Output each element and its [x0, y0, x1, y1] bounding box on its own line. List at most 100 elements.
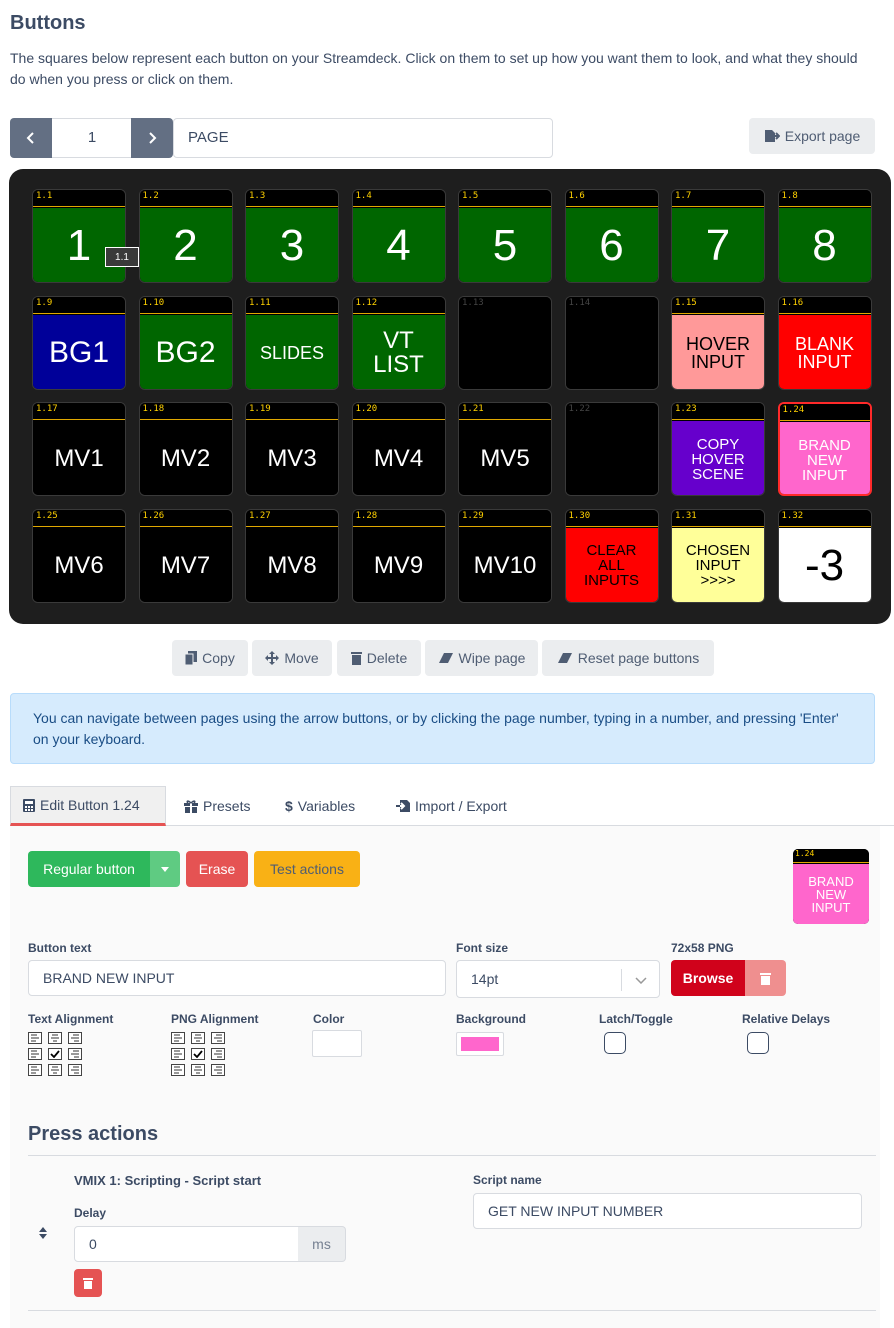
png-align-cell[interactable] [211, 1064, 225, 1076]
export-page-button[interactable]: Export page [749, 118, 875, 154]
png-align-cell[interactable] [211, 1032, 225, 1044]
deck-button-1-4[interactable]: 1.4 4 [351, 189, 446, 283]
deck-button-1-7[interactable]: 1.7 7 [671, 189, 765, 283]
deck-button-1-13[interactable]: 1.13 [458, 295, 552, 390]
text-align-cell[interactable] [68, 1048, 82, 1060]
tab-variables[interactable]: $ Variables [273, 786, 367, 826]
deck-button-1-27[interactable]: 1.27 MV8 [245, 508, 339, 603]
tab-presets[interactable]: Presets [172, 786, 262, 826]
deck-button-text: MV4 [352, 421, 445, 495]
deck-button-header: 1.13 [459, 296, 551, 314]
relative-delays-checkbox[interactable] [747, 1032, 769, 1054]
copy-button[interactable]: Copy [172, 640, 248, 676]
font-size-select[interactable]: 14pt [456, 960, 660, 998]
page-name-input[interactable]: PAGE [173, 118, 553, 158]
sort-handle-icon[interactable] [38, 1226, 48, 1240]
deck-button-1-11[interactable]: 1.11 SLIDES [245, 295, 339, 390]
trash-icon [83, 1278, 93, 1289]
remove-png-button[interactable] [745, 960, 786, 996]
text-align-cell[interactable] [28, 1048, 42, 1060]
deck-button-1-20[interactable]: 1.20 MV4 [351, 402, 446, 496]
text-align-cell[interactable] [68, 1064, 82, 1076]
png-align-cell[interactable] [211, 1048, 225, 1060]
deck-button-1-2[interactable]: 1.2 2 [138, 189, 233, 283]
align-lines-icon [31, 1034, 39, 1042]
deck-button-1-12[interactable]: 1.12 VT LIST [351, 295, 446, 390]
png-align-cell[interactable] [171, 1032, 185, 1044]
deck-button-1-22[interactable]: 1.22 [564, 402, 659, 496]
text-align-cell[interactable] [48, 1032, 62, 1044]
deck-button-1-3[interactable]: 1.3 3 [245, 189, 339, 283]
png-align-cell[interactable] [171, 1048, 185, 1060]
deck-button-1-28[interactable]: 1.28 MV9 [351, 508, 446, 603]
deck-button-1-21[interactable]: 1.21 MV5 [458, 402, 552, 496]
deck-button-1-19[interactable]: 1.19 MV3 [245, 402, 339, 496]
deck-button-1-10[interactable]: 1.10 BG2 [138, 295, 233, 390]
erase-button[interactable]: Erase [186, 851, 248, 887]
delay-input[interactable]: 0 [74, 1226, 299, 1262]
deck-button-1-26[interactable]: 1.26 MV7 [138, 508, 233, 603]
deck-button-header: 1.3 [246, 190, 338, 207]
deck-button-1-23[interactable]: 1.23 COPY HOVER SCENE [671, 402, 765, 496]
tab-edit-label: Edit Button 1.24 [40, 797, 140, 813]
text-alignment-grid [28, 1032, 82, 1076]
deck-button-text: BG2 [139, 314, 232, 389]
text-align-cell[interactable] [28, 1032, 42, 1044]
font-size-value: 14pt [471, 971, 499, 987]
deck-button-1-9[interactable]: 1.9 BG1 [32, 295, 126, 390]
png-align-cell[interactable] [171, 1064, 185, 1076]
info-alert: You can navigate between pages using the… [10, 693, 875, 764]
delete-action-button[interactable] [74, 1269, 102, 1297]
deck-button-1-1[interactable]: 1.1 1 [32, 189, 126, 283]
wipe-page-button[interactable]: Wipe page [425, 640, 538, 676]
prev-page-button[interactable] [10, 118, 52, 158]
page-number-input[interactable]: 1 [52, 118, 132, 158]
deck-button-id: 1.11 [249, 297, 271, 308]
tab-import-export[interactable]: Import / Export [384, 786, 519, 826]
deck-button-id: 1.26 [142, 510, 165, 521]
deck-button-id: 1.3 [249, 191, 266, 201]
page-title: Buttons [10, 12, 86, 34]
button-type-button[interactable]: Regular button [28, 851, 150, 887]
deck-button-1-17[interactable]: 1.17 MV1 [32, 402, 126, 496]
background-color-picker[interactable] [456, 1032, 504, 1056]
text-align-cell[interactable] [68, 1032, 82, 1044]
tab-edit-button[interactable]: Edit Button 1.24 [10, 786, 166, 826]
eraser-icon [438, 653, 453, 663]
text-align-cell[interactable] [48, 1048, 62, 1060]
text-align-cell[interactable] [48, 1064, 62, 1076]
latch-toggle-checkbox[interactable] [604, 1032, 626, 1054]
text-align-cell[interactable] [28, 1064, 42, 1076]
test-actions-button[interactable]: Test actions [254, 851, 360, 887]
deck-button-1-16[interactable]: 1.16 BLANK INPUT [777, 295, 872, 390]
deck-button-1-6[interactable]: 1.6 6 [564, 189, 659, 283]
deck-button-1-24[interactable]: 1.24 BRAND NEW INPUT [777, 402, 872, 496]
deck-button-1-18[interactable]: 1.18 MV2 [138, 402, 233, 496]
deck-button-header: 1.10 [139, 296, 232, 314]
png-align-cell[interactable] [191, 1032, 205, 1044]
next-page-button[interactable] [131, 118, 173, 158]
reset-page-buttons-button[interactable]: Reset page buttons [542, 640, 714, 676]
deck-button-1-29[interactable]: 1.29 MV10 [458, 508, 552, 603]
deck-button-1-31[interactable]: 1.31 CHOSEN INPUT >>>> [671, 508, 765, 603]
deck-button-1-8[interactable]: 1.8 8 [777, 189, 872, 283]
script-name-input[interactable]: GET NEW INPUT NUMBER [473, 1193, 862, 1229]
png-align-cell[interactable] [191, 1064, 205, 1076]
deck-button-text: CHOSEN INPUT >>>> [672, 527, 764, 602]
align-lines-icon [31, 1050, 39, 1058]
text-color-picker[interactable] [312, 1030, 362, 1057]
deck-button-1-30[interactable]: 1.30 CLEAR ALL INPUTS [564, 508, 659, 603]
deck-button-1-14[interactable]: 1.14 [564, 295, 659, 390]
deck-button-1-15[interactable]: 1.15 HOVER INPUT [671, 295, 765, 390]
move-button[interactable]: Move [252, 640, 332, 676]
deck-button-1-5[interactable]: 1.5 5 [458, 189, 552, 283]
button-text-input[interactable]: BRAND NEW INPUT [28, 960, 446, 996]
png-align-cell[interactable] [191, 1048, 205, 1060]
caret-down-icon [161, 866, 169, 872]
button-type-dropdown[interactable] [150, 851, 180, 887]
browse-button[interactable]: Browse [671, 960, 745, 996]
deck-button-1-25[interactable]: 1.25 MV6 [32, 508, 126, 603]
deck-button-id: 1.21 [462, 404, 484, 414]
delete-button[interactable]: Delete [337, 640, 421, 676]
deck-button-1-32[interactable]: 1.32 -3 [777, 508, 872, 603]
